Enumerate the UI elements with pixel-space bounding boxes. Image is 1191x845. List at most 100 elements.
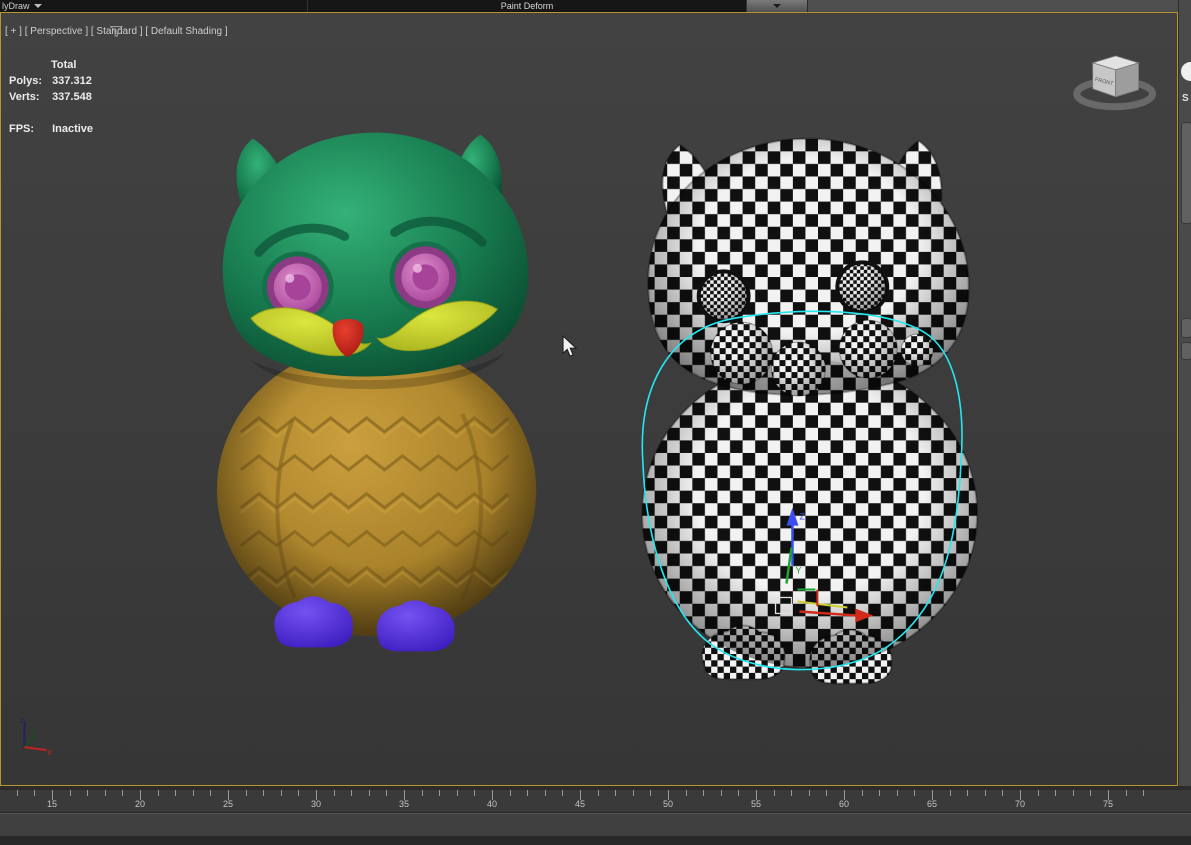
panel-s-label: S (1182, 93, 1189, 104)
stats-verts-value: 337.548 (52, 91, 92, 103)
timeline-tick (263, 790, 264, 796)
timeline-tick (105, 790, 106, 796)
owl-model-colored[interactable] (217, 133, 536, 652)
timeline-tick (826, 790, 827, 796)
owl-model-checkered[interactable]: Z Y (642, 139, 977, 684)
timeline-frame-number: 70 (1015, 799, 1025, 809)
timeline-tick (87, 790, 88, 796)
perspective-viewport[interactable]: Z Y FRONT z y x (0, 12, 1178, 786)
timeline-tick (193, 790, 194, 796)
timeline-frame-number: 55 (751, 799, 761, 809)
stats-polys-value: 337.312 (52, 75, 92, 87)
timeline-tick (721, 790, 722, 796)
polydraw-tab[interactable]: lyDraw (0, 0, 308, 12)
timeline-tick (474, 790, 475, 796)
paint-deform-label: Paint Deform (501, 1, 554, 11)
timeline-tick (298, 790, 299, 796)
timeline-tick (1002, 790, 1003, 796)
timeline-tick (686, 790, 687, 796)
timeline-tick (738, 790, 739, 796)
timeline-tick (862, 790, 863, 796)
timeline-tick (1090, 790, 1091, 796)
timeline-tick (158, 790, 159, 796)
timeline-tick (950, 790, 951, 796)
timeline-tick (650, 790, 651, 796)
stats-verts-label: Verts: (9, 89, 49, 105)
viewport-statistics: Total Polys: 337.312 Verts: 337.548 FPS:… (9, 57, 93, 137)
timeline-frame-number: 45 (575, 799, 585, 809)
viewport-scene: Z Y FRONT z y x (1, 13, 1177, 785)
timeline-frame-number: 35 (399, 799, 409, 809)
timeline-tick (967, 790, 968, 796)
timeline-tick (1126, 790, 1127, 796)
owl-eye-right (837, 262, 887, 312)
timeline-tick (246, 790, 247, 796)
timeline-tick (122, 790, 123, 796)
timeline-tick (334, 790, 335, 796)
polydraw-label: lyDraw (2, 1, 30, 11)
timeline-tick (457, 790, 458, 796)
stats-fps-value: Inactive (52, 123, 93, 135)
timeline-tick (527, 790, 528, 796)
stats-total-label: Total (51, 57, 93, 73)
timeline-tick (985, 790, 986, 796)
timeline-tick (175, 790, 176, 796)
app-root: { "ribbon": { "polydraw_label": "lyDraw"… (0, 0, 1191, 845)
timeline-tick (598, 790, 599, 796)
paint-deform-tab[interactable]: Paint Deform (308, 0, 747, 12)
timeline-tick (545, 790, 546, 796)
timeline-ruler[interactable]: 15202530354045505560657075 (0, 790, 1191, 813)
timeline-frame-number: 60 (839, 799, 849, 809)
ribbon-dropdown-button[interactable] (747, 0, 808, 12)
panel-button[interactable] (1181, 318, 1191, 338)
ribbon-spacer (808, 0, 1191, 12)
owl-body-shading (642, 360, 977, 668)
viewport-label[interactable]: [ + ] [ Perspective ] [ Standard ] [ Def… (5, 26, 228, 37)
timeline-tick (210, 790, 211, 796)
timeline-tick (1143, 790, 1144, 796)
gizmo-y-label: Y (795, 566, 801, 576)
timeline-tick (34, 790, 35, 796)
timeline-tick (422, 790, 423, 796)
panel-button[interactable] (1181, 122, 1191, 224)
owl-eye-left (699, 271, 749, 321)
stats-verts-row: Verts: 337.548 (9, 89, 93, 105)
timeline-tick (439, 790, 440, 796)
timeline-tick (1073, 790, 1074, 796)
timeline-frame-number: 50 (663, 799, 673, 809)
timeline-tick (70, 790, 71, 796)
timeline-tick (562, 790, 563, 796)
timeline-tick (386, 790, 387, 796)
viewcube[interactable]: FRONT (1077, 56, 1153, 107)
timeline-tick (1055, 790, 1056, 796)
timeline-tick (703, 790, 704, 796)
timeline-tick (791, 790, 792, 796)
timeline-frame-number: 20 (135, 799, 145, 809)
timeline-tick (897, 790, 898, 796)
timeline-tick (633, 790, 634, 796)
timeline-tick (281, 790, 282, 796)
timeline-tick (351, 790, 352, 796)
timeline-tick (774, 790, 775, 796)
chevron-down-icon (34, 4, 42, 8)
timeline-tick (17, 790, 18, 796)
gizmo-z-label: Z (799, 512, 805, 522)
filter-icon[interactable] (5, 26, 228, 37)
timeline-frame-number: 15 (47, 799, 57, 809)
stats-fps-row: FPS: Inactive (9, 121, 93, 137)
timeline-frame-number: 30 (311, 799, 321, 809)
timeline-tick (914, 790, 915, 796)
timeline-frame-number: 25 (223, 799, 233, 809)
track-bar[interactable] (0, 813, 1191, 837)
timeline-tick (615, 790, 616, 796)
timeline-frame-number: 40 (487, 799, 497, 809)
stats-fps-label: FPS: (9, 121, 49, 137)
timeline-tick (1038, 790, 1039, 796)
panel-button[interactable] (1181, 342, 1191, 360)
axis-z-label: z (19, 715, 24, 725)
chevron-down-icon (773, 4, 781, 8)
timeline-tick (879, 790, 880, 796)
axis-y-label: y (31, 725, 36, 735)
timeline-tick (510, 790, 511, 796)
stats-polys-row: Polys: 337.312 (9, 73, 93, 89)
